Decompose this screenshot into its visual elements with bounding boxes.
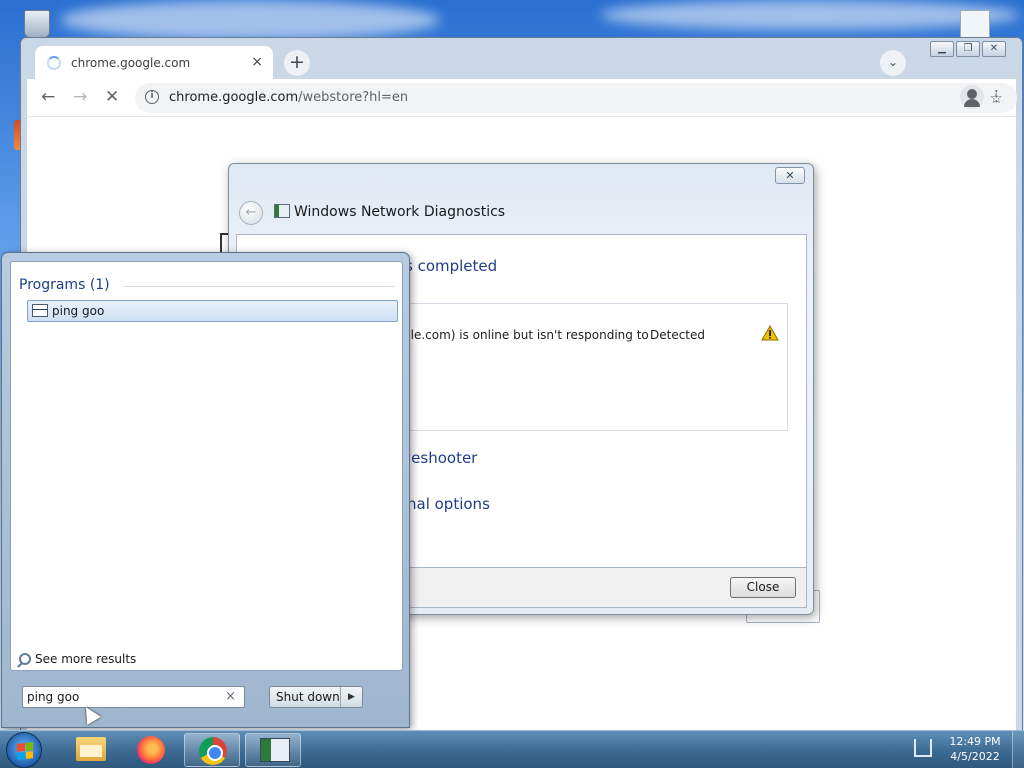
- taskbar-network-diagnostics-button[interactable]: [245, 733, 301, 767]
- clock-date: 4/5/2022: [950, 750, 1000, 763]
- taskbar-chrome-button[interactable]: [184, 733, 240, 767]
- menu-icon[interactable]: ⋮: [989, 87, 1004, 105]
- new-tab-button[interactable]: +: [284, 50, 310, 76]
- shutdown-options-arrow-icon[interactable]: ▶: [340, 687, 362, 707]
- taskbar: 12:49 PM 4/5/2022: [0, 730, 1024, 768]
- start-menu: Programs (1) ping goo See more results ×…: [1, 252, 410, 728]
- address-url[interactable]: chrome.google.com/webstore?hl=en: [169, 90, 408, 105]
- warning-icon: [761, 325, 779, 341]
- shutdown-button[interactable]: Shut down ▶: [269, 686, 363, 708]
- show-desktop-button[interactable]: [1012, 731, 1024, 768]
- restore-button[interactable]: ❐: [956, 41, 980, 57]
- tab-search-button[interactable]: ⌄: [880, 50, 906, 76]
- troubleshooting-heading: s completed: [405, 257, 498, 275]
- url-path: /webstore?hl=en: [298, 90, 409, 105]
- profile-icon[interactable]: [960, 85, 984, 109]
- divider: [123, 286, 395, 287]
- window-close-button[interactable]: ✕: [982, 41, 1006, 57]
- chevron-down-icon: ⌄: [887, 55, 899, 69]
- folder-icon: [76, 737, 106, 761]
- browser-tab[interactable]: chrome.google.com ×: [35, 46, 273, 80]
- url-host: chrome.google.com: [169, 90, 299, 105]
- see-more-label: See more results: [35, 652, 137, 666]
- system-clock[interactable]: 12:49 PM 4/5/2022: [942, 734, 1008, 764]
- magnifier-icon: [19, 653, 31, 665]
- loading-spinner-icon: [47, 56, 61, 70]
- shutdown-label: Shut down: [276, 690, 340, 704]
- back-arrow-icon[interactable]: ←: [239, 201, 263, 225]
- browser-toolbar: ← → ✕ i chrome.google.com/webstore?hl=en…: [27, 79, 1017, 117]
- problem-status: Detected: [650, 328, 706, 342]
- start-button[interactable]: [6, 732, 42, 768]
- network-diagnostics-icon: [274, 204, 290, 218]
- minimize-button[interactable]: ▁: [930, 41, 954, 57]
- network-diagnostics-icon: [260, 738, 290, 762]
- chrome-icon: [199, 737, 227, 765]
- program-result-label: ping goo: [52, 304, 105, 318]
- console-program-icon: [32, 304, 48, 317]
- tab-close-icon[interactable]: ×: [251, 54, 263, 70]
- search-results-panel: Programs (1) ping goo See more results: [10, 261, 403, 671]
- stop-loading-icon[interactable]: ✕: [105, 87, 119, 107]
- program-result-item[interactable]: ping goo: [27, 300, 398, 322]
- back-icon[interactable]: ←: [41, 87, 55, 107]
- address-bar[interactable]: i chrome.google.com/webstore?hl=en ⇪ ☆: [135, 83, 1017, 113]
- tab-title: chrome.google.com: [71, 56, 191, 70]
- see-more-results-link[interactable]: See more results: [19, 652, 136, 666]
- windows-logo-icon: [17, 742, 33, 760]
- programs-header: Programs (1): [19, 277, 110, 293]
- network-tray-icon[interactable]: [914, 739, 932, 757]
- start-search-box[interactable]: ×: [22, 686, 245, 708]
- search-input[interactable]: [27, 689, 217, 705]
- taskbar-firefox-button[interactable]: [123, 733, 179, 767]
- clear-search-icon[interactable]: ×: [225, 689, 236, 704]
- dialog-title: Windows Network Diagnostics: [294, 204, 506, 220]
- explore-options-link[interactable]: nal options: [407, 495, 490, 513]
- taskbar-explorer-button[interactable]: [62, 733, 118, 767]
- close-icon[interactable]: ✕: [775, 167, 805, 184]
- recycle-bin-icon[interactable]: [18, 6, 58, 38]
- forward-icon[interactable]: →: [73, 87, 87, 107]
- close-button[interactable]: Close: [730, 577, 796, 598]
- problems-found-box: gle.com) is online but isn't responding …: [402, 303, 788, 431]
- clock-time: 12:49 PM: [949, 735, 1001, 748]
- close-troubleshooter-link[interactable]: leshooter: [407, 449, 477, 467]
- problem-description: gle.com) is online but isn't responding …: [403, 328, 649, 342]
- window-caption-buttons: ▁ ❐ ✕: [930, 41, 1006, 57]
- site-info-icon[interactable]: i: [145, 90, 159, 104]
- firefox-icon: [137, 736, 165, 764]
